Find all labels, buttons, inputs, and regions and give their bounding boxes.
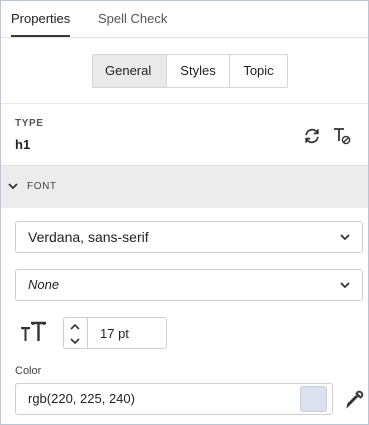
font-family-select[interactable]: Verdana, sans-serif — [15, 221, 363, 253]
type-label: TYPE — [15, 118, 44, 129]
color-value-field[interactable]: rgb(220, 225, 240) — [15, 383, 333, 415]
type-value: h1 — [15, 137, 31, 152]
panel-tabs: Properties Spell Check — [1, 1, 368, 38]
chevron-down-icon — [340, 282, 350, 289]
chevron-down-icon — [8, 183, 18, 190]
tab-spell-check[interactable]: Spell Check — [98, 1, 167, 36]
font-family-value: Verdana, sans-serif — [28, 229, 149, 245]
font-section-title: FONT — [27, 181, 57, 192]
color-value: rgb(220, 225, 240) — [28, 391, 135, 406]
color-swatch[interactable] — [300, 386, 327, 412]
font-style-select[interactable]: None — [15, 269, 363, 301]
text-size-icon — [21, 321, 46, 341]
color-label: Color — [15, 365, 42, 377]
chevron-down-icon — [340, 234, 350, 241]
segment-styles[interactable]: Styles — [167, 55, 230, 87]
properties-panel: Properties Spell Check General Styles To… — [0, 0, 369, 425]
divider — [1, 103, 368, 104]
font-section-header[interactable]: FONT — [1, 165, 368, 208]
eyedropper-icon[interactable] — [344, 390, 364, 410]
tab-properties[interactable]: Properties — [11, 1, 71, 37]
font-size-input[interactable] — [87, 317, 167, 349]
clear-text-format-icon[interactable] — [331, 125, 353, 147]
font-size-stepper — [63, 317, 87, 349]
segment-general[interactable]: General — [93, 55, 167, 87]
font-style-value: None — [28, 277, 60, 292]
increment-chevron-up-icon[interactable] — [69, 322, 81, 332]
refresh-icon[interactable] — [301, 125, 323, 147]
section-segmented-control: General Styles Topic — [92, 54, 288, 88]
segment-topic[interactable]: Topic — [230, 55, 287, 87]
decrement-chevron-down-icon[interactable] — [69, 336, 81, 346]
